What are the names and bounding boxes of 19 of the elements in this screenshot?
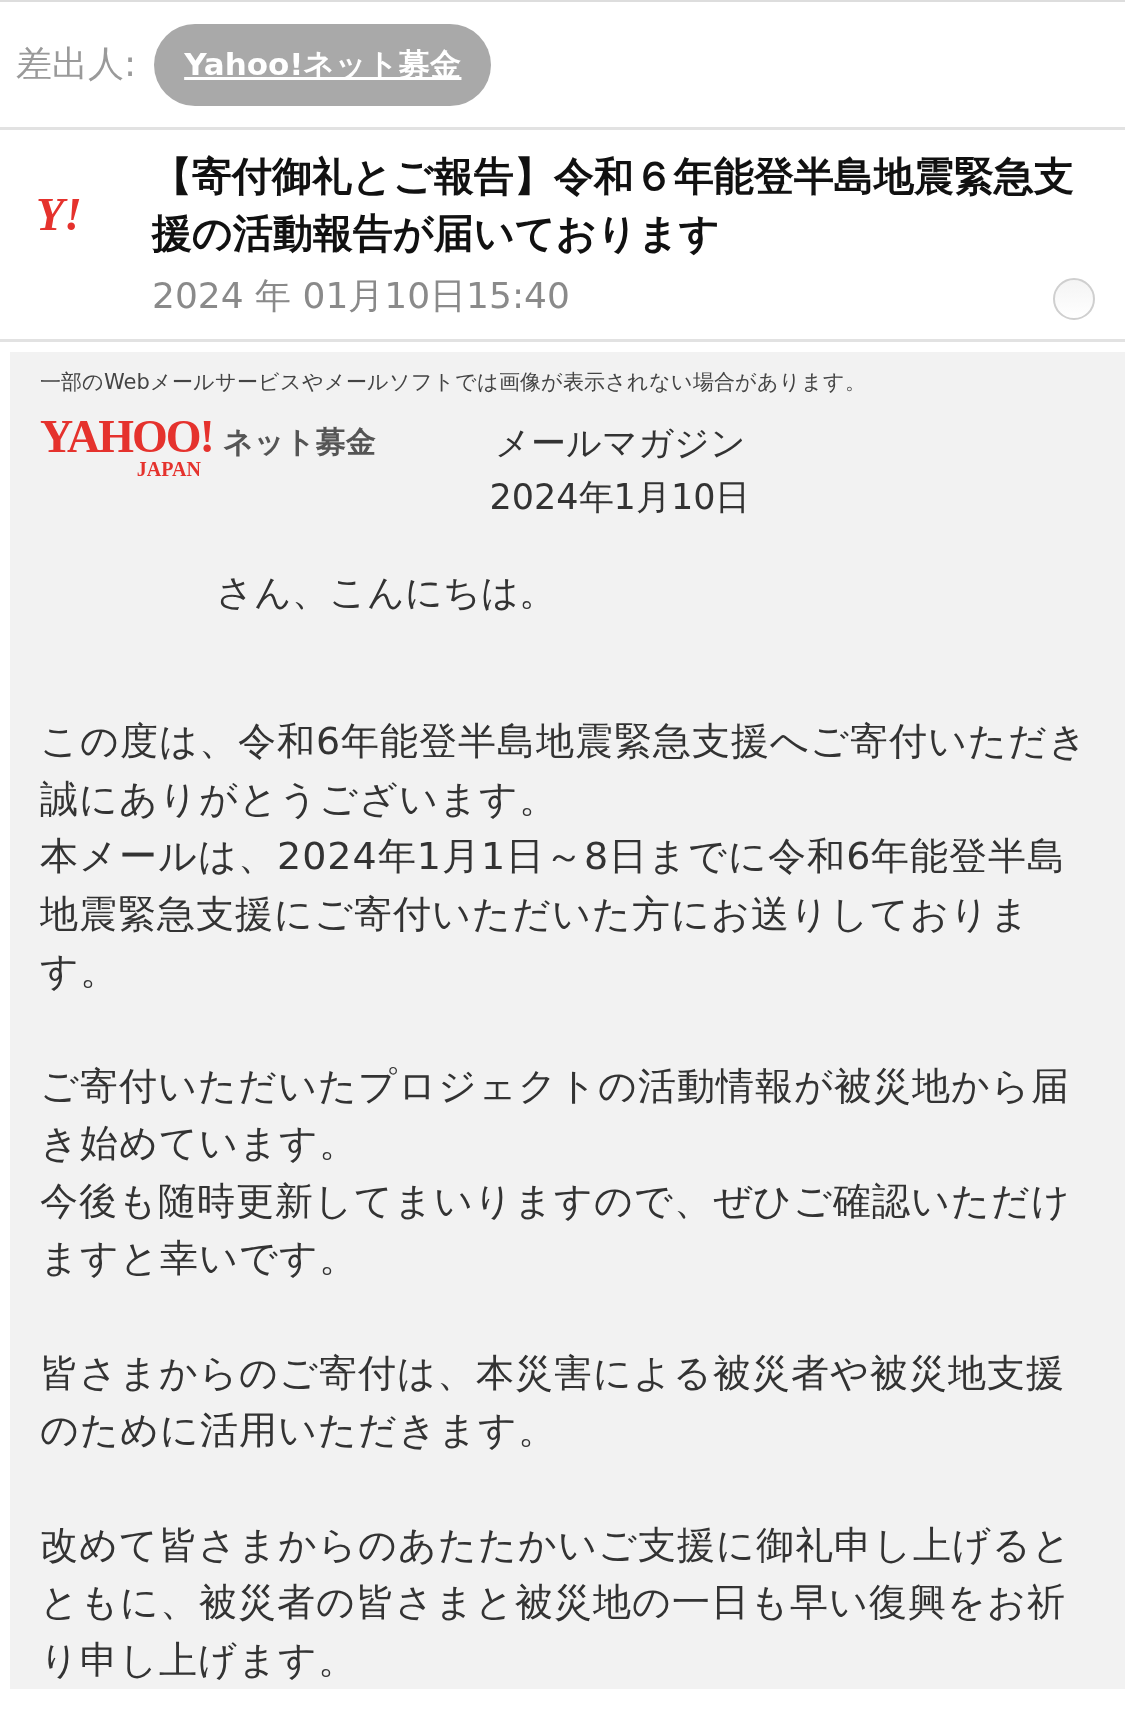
yahoo-logo-icon: Y! (0, 148, 152, 321)
body-paragraph: 今後も随時更新してまいりますので、ぜひご確認いただけますと幸いです。 (40, 1177, 1072, 1282)
sender-link[interactable]: Yahoo!ネット募金 (154, 23, 492, 106)
logo-service: ネット募金 (222, 423, 376, 461)
greeting: さん、こんにちは。 (216, 570, 557, 616)
sender-label: 差出人: (16, 42, 137, 86)
logo-subtitle: JAPAN (136, 458, 201, 481)
body-paragraph: ご寄付いただいたプロジェクトの活動情報が被災地から届き始めています。 (40, 1062, 1071, 1167)
body-paragraph: この度は、令和6年能登半島地震緊急支援へご寄付いただき誠にありがとうございます。 (40, 718, 1090, 823)
body-paragraph: 改めて皆さまからのあたたかいご支援に御礼申し上げるとともに、被災者の皆さまと被災地の一日も早い復興をお祈り申し上げます。 (40, 1521, 1073, 1684)
body-paragraph: 皆さまからのご寄付は、本災害による被災者や被災地支援のために活用いただきます。 (40, 1349, 1066, 1454)
body-paragraph: 本メールは、2024年1月1日～8日までに令和6年能登半島地震緊急支援にご寄付いただいた方にお送りしております。 (40, 833, 1068, 995)
logo-brand: YAHOO! (40, 416, 213, 458)
email-subject: 【寄付御礼とご報告】令和６年能登半島地震緊急支援の活動報告が届いております (152, 152, 1075, 258)
read-toggle[interactable] (1053, 277, 1095, 320)
image-notice: 一部のWebメールサービスやメールソフトでは画像が表示されない場合があります。 (40, 369, 867, 396)
newsletter-date: 2024年1月10日 (489, 476, 751, 519)
email-date: 2024 年 01月10日15:40 (152, 274, 570, 318)
newsletter-heading: メールマガジン (494, 422, 746, 465)
